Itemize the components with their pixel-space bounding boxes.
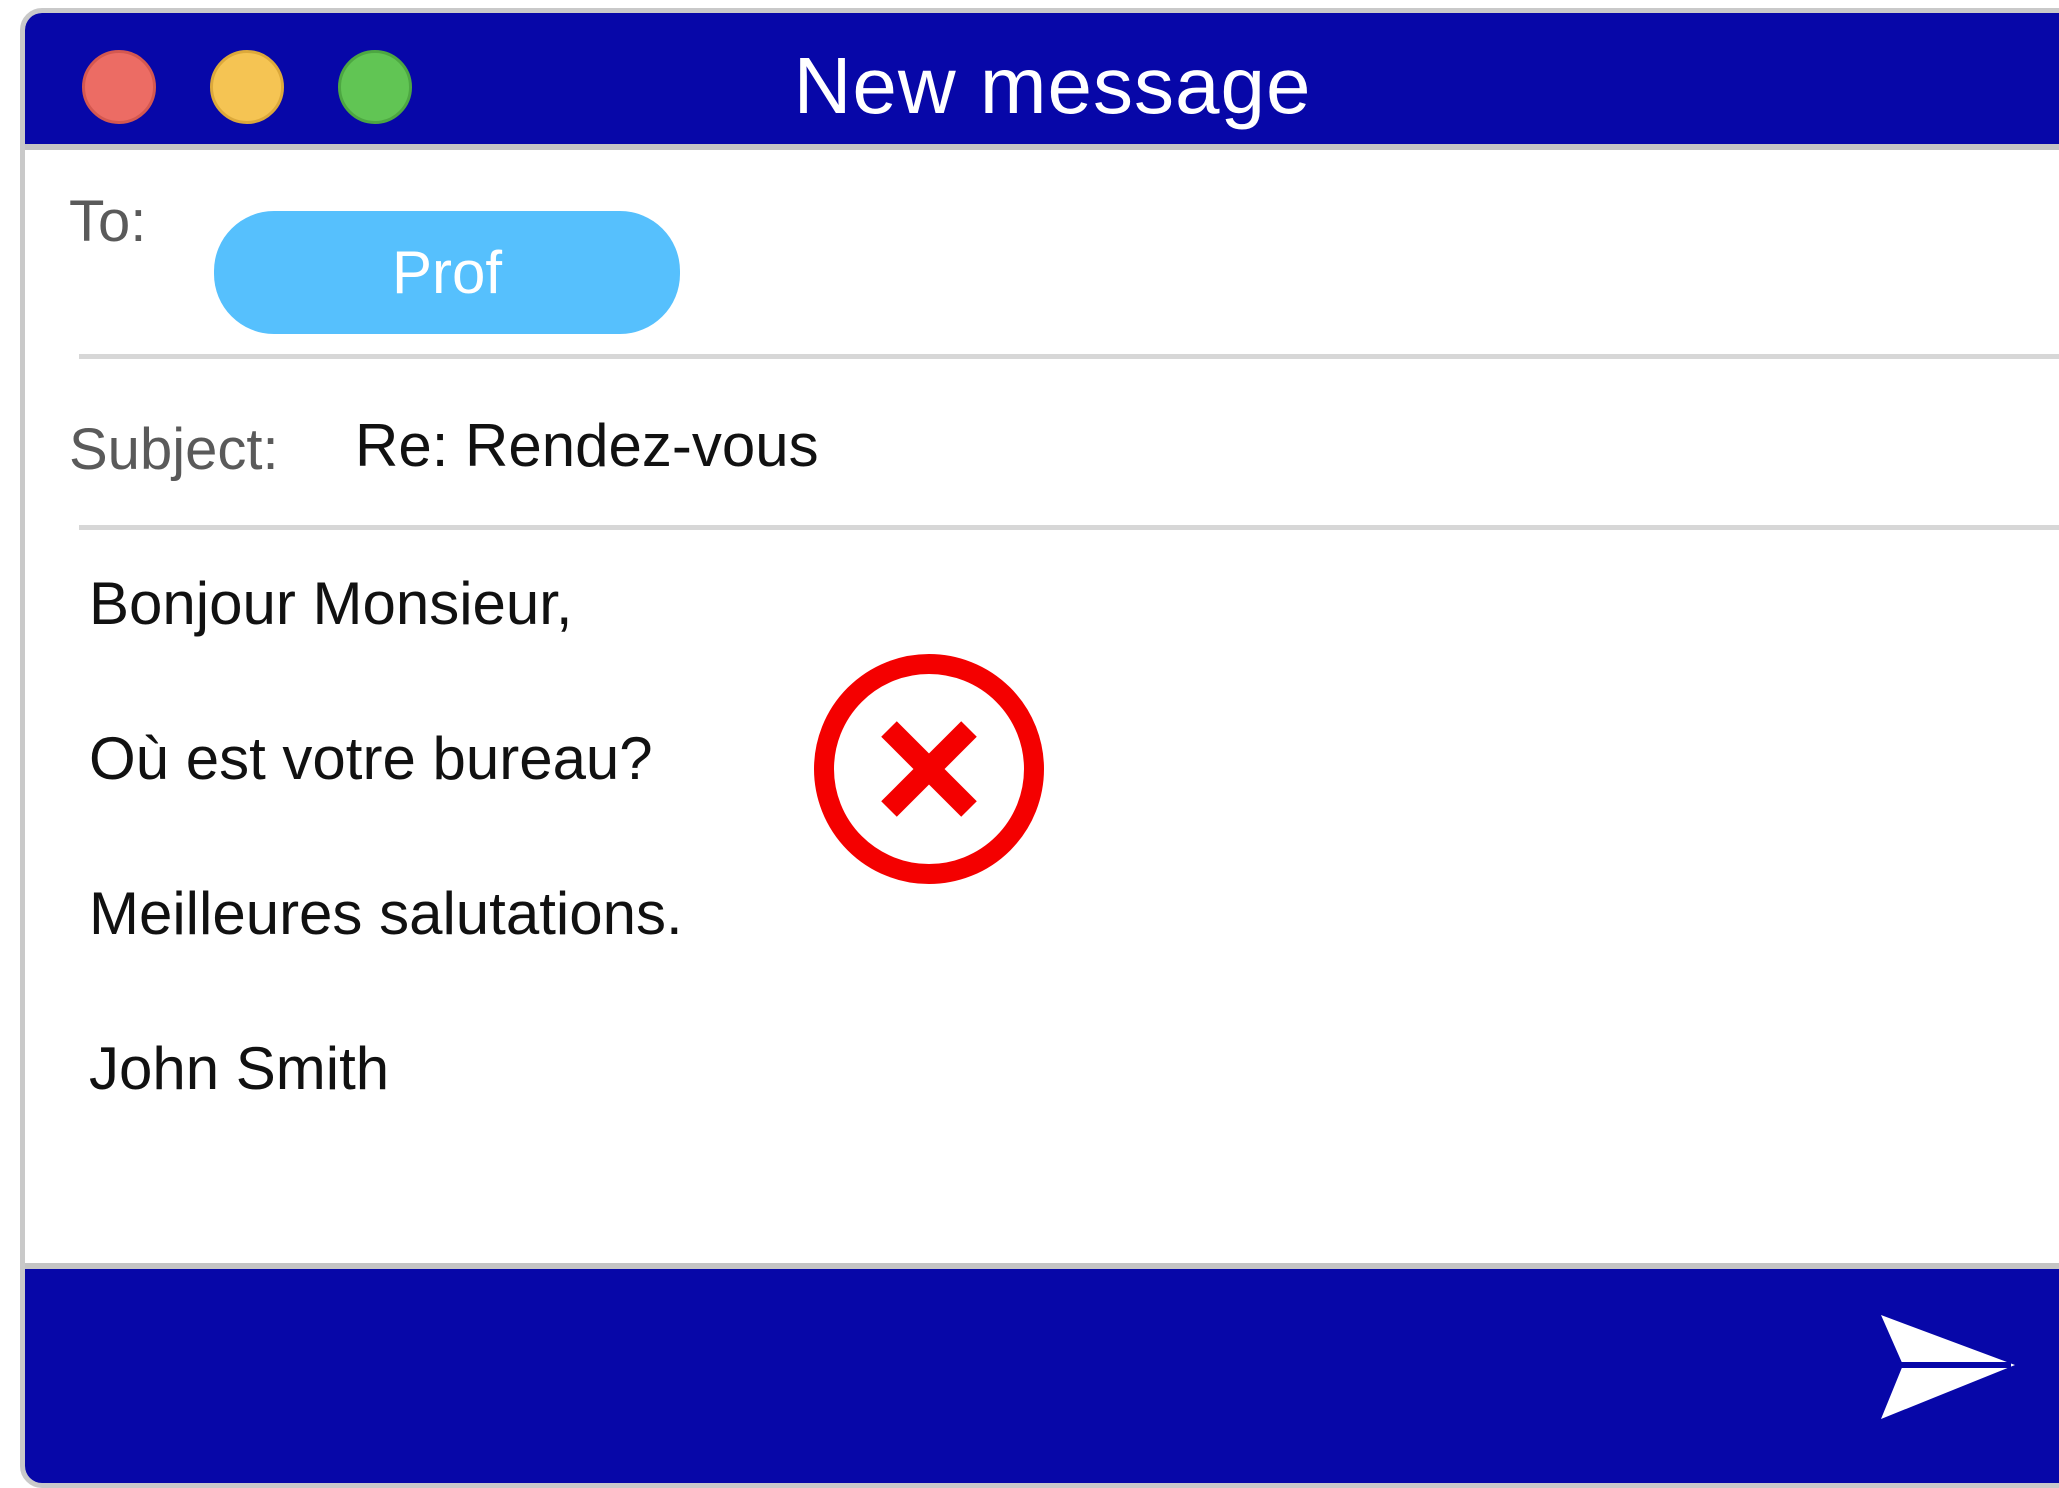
body-line-question: Où est votre bureau? <box>89 725 653 792</box>
to-label: To: <box>69 189 147 254</box>
compose-toolbar <box>25 1263 2059 1483</box>
subject-divider <box>79 525 2059 530</box>
subject-label: Subject: <box>69 417 279 482</box>
recipient-chip[interactable]: Prof <box>214 211 680 334</box>
body-line-closing: Meilleures salutations. <box>89 880 683 947</box>
subject-field[interactable]: Re: Rendez-vous <box>355 413 819 479</box>
send-icon[interactable] <box>1875 1303 2025 1433</box>
window-title: New message <box>793 41 1312 130</box>
body-line-signature: John Smith <box>89 1035 390 1102</box>
body-line-greeting: Bonjour Monsieur, <box>89 570 573 637</box>
email-compose-window: New message To: Prof Subject: Re: Rendez… <box>20 8 2059 1488</box>
title-bar: New message <box>25 13 2059 150</box>
error-x-circle-icon <box>814 654 1044 884</box>
to-divider <box>79 354 2059 359</box>
